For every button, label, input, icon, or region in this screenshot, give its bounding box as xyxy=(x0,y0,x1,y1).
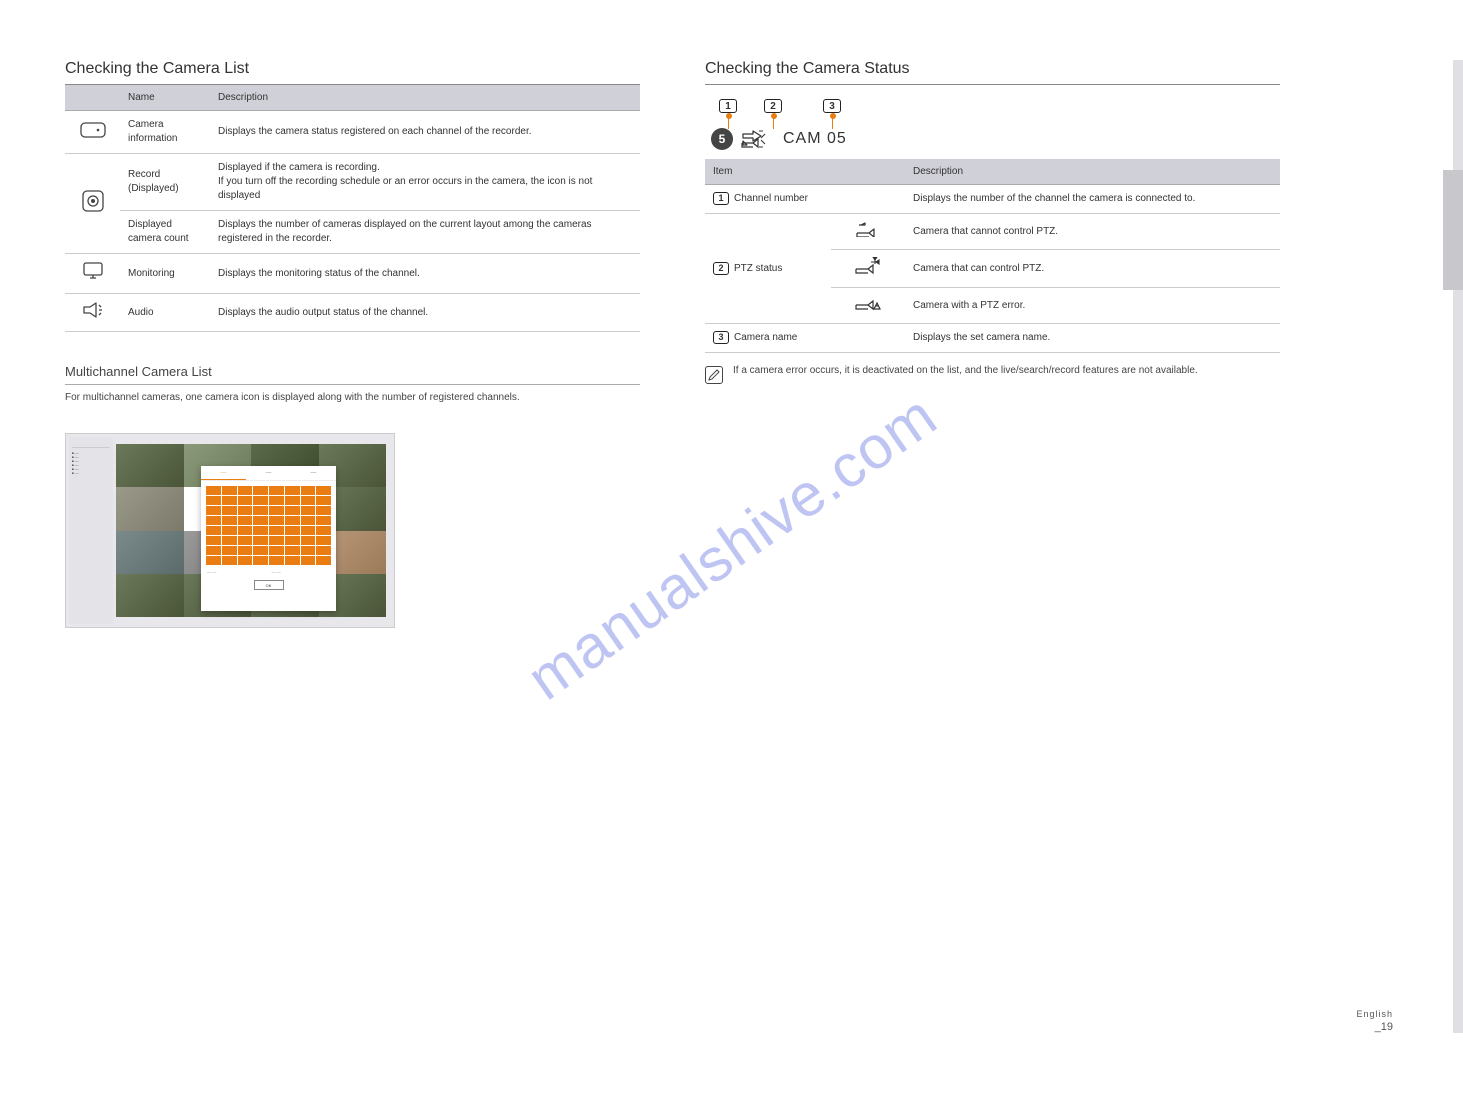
overlay-ok-button: OK xyxy=(254,580,284,590)
table-row: Monitoring Displays the monitoring statu… xyxy=(65,254,640,294)
item-desc: Camera that can control PTZ. xyxy=(905,250,1280,288)
sample-camera-text: CAM 05 xyxy=(783,130,847,148)
software-screenshot: ■ ── ■ ──■ ──■ ──■ ──■ ── xyxy=(65,433,395,628)
cam-tile xyxy=(116,574,184,617)
row-desc: Displays the audio output status of the … xyxy=(210,294,640,332)
ptz-err-icon xyxy=(831,288,905,324)
item-cell: 2PTZ status xyxy=(705,214,831,324)
row-name: Camera information xyxy=(120,111,210,154)
items-col-header-desc: Description xyxy=(905,159,1280,185)
ptz-off-icon xyxy=(831,214,905,250)
col-header-desc: Description xyxy=(210,85,640,111)
row-name: Monitoring xyxy=(120,254,210,294)
camera-info-icon xyxy=(65,111,120,154)
channel-number-badge: 5 xyxy=(711,128,733,150)
row-desc: Displays the monitoring status of the ch… xyxy=(210,254,640,294)
table-row: Record (Displayed) Displayed if the came… xyxy=(65,154,640,211)
item-desc: Camera with a PTZ error. xyxy=(905,288,1280,324)
ptz-on-icon xyxy=(831,250,905,288)
callout-2: 2 xyxy=(764,99,782,113)
row-name: Audio xyxy=(120,294,210,332)
right-column: Checking the Camera Status 1 2 3 5 CA xyxy=(705,60,1280,628)
row-desc: Displayed if the camera is recording. If… xyxy=(210,154,640,211)
item-desc: Displays the number of the channel the c… xyxy=(905,185,1280,214)
monitor-icon xyxy=(65,254,120,294)
table-header-row: Item Description xyxy=(705,159,1280,185)
overlay-tabs: ── ── ── xyxy=(201,466,336,481)
page-footer: English _19 xyxy=(1356,1009,1393,1033)
overlay-tab: ── xyxy=(246,466,291,480)
cam-tile xyxy=(116,444,184,487)
note-icon xyxy=(705,366,723,384)
left-column: Checking the Camera List Name Descriptio… xyxy=(65,60,640,628)
item-cell: 1Channel number xyxy=(705,185,905,214)
lang-label: English xyxy=(1356,1009,1393,1019)
row-desc: Displays the number of cameras displayed… xyxy=(210,211,640,254)
table-row: 1Channel number Displays the number of t… xyxy=(705,185,1280,214)
multichannel-desc: For multichannel cameras, one camera ico… xyxy=(65,391,640,405)
cam-tile xyxy=(116,487,184,530)
row-name: Record (Displayed) xyxy=(120,154,210,211)
ptz-on-icon xyxy=(741,129,767,149)
items-col-header-item: Item xyxy=(705,159,905,185)
screenshot-overlay-panel: ── ── ── ── ──── ── OK xyxy=(201,466,336,611)
row-name: Displayed camera count xyxy=(120,211,210,254)
cam-tile xyxy=(116,531,184,574)
table-row: Audio Displays the audio output status o… xyxy=(65,294,640,332)
table-row: 2PTZ status Camera that cannot control P… xyxy=(705,214,1280,250)
index-badge: 1 xyxy=(713,192,729,205)
page-container: Checking the Camera List Name Descriptio… xyxy=(0,0,1463,628)
index-badge: 2 xyxy=(713,262,729,275)
item-desc: Displays the set camera name. xyxy=(905,324,1280,353)
camera-list-table: Name Description Camera information Disp… xyxy=(65,85,640,332)
row-desc: Displays the camera status registered on… xyxy=(210,111,640,154)
overlay-tab: ── xyxy=(201,466,246,480)
multichannel-title: Multichannel Camera List xyxy=(65,364,640,385)
index-badge: 3 xyxy=(713,331,729,344)
speaker-icon xyxy=(65,294,120,332)
status-items-table: Item Description 1Channel number Display… xyxy=(705,159,1280,353)
overlay-keypad xyxy=(206,486,331,565)
screenshot-sidebar: ■ ── ■ ──■ ──■ ──■ ──■ ── xyxy=(69,437,113,624)
overlay-tab: ── xyxy=(291,466,336,480)
thumb-tab xyxy=(1443,170,1463,290)
callout-1: 1 xyxy=(719,99,737,113)
table-row: Camera information Displays the camera s… xyxy=(65,111,640,154)
table-row: 3Camera name Displays the set camera nam… xyxy=(705,324,1280,353)
table-row: Displayed camera count Displays the numb… xyxy=(65,211,640,254)
sample-camera-label: 5 CAM 05 xyxy=(711,128,847,150)
cam-annotation: 1 2 3 5 CAM 05 xyxy=(711,99,1280,149)
table-header-row: Name Description xyxy=(65,85,640,111)
col-header-name: Name xyxy=(120,85,210,111)
right-section-title: Checking the Camera Status xyxy=(705,60,1280,85)
callout-3: 3 xyxy=(823,99,841,113)
left-section-title: Checking the Camera List xyxy=(65,60,640,85)
col-header-icon xyxy=(65,85,120,111)
item-cell: 3Camera name xyxy=(705,324,905,353)
note-block: If a camera error occurs, it is deactiva… xyxy=(705,363,1280,384)
item-desc: Camera that cannot control PTZ. xyxy=(905,214,1280,250)
note-text: If a camera error occurs, it is deactiva… xyxy=(733,363,1198,378)
page-number: _19 xyxy=(1356,1021,1393,1033)
record-icon xyxy=(65,154,120,254)
